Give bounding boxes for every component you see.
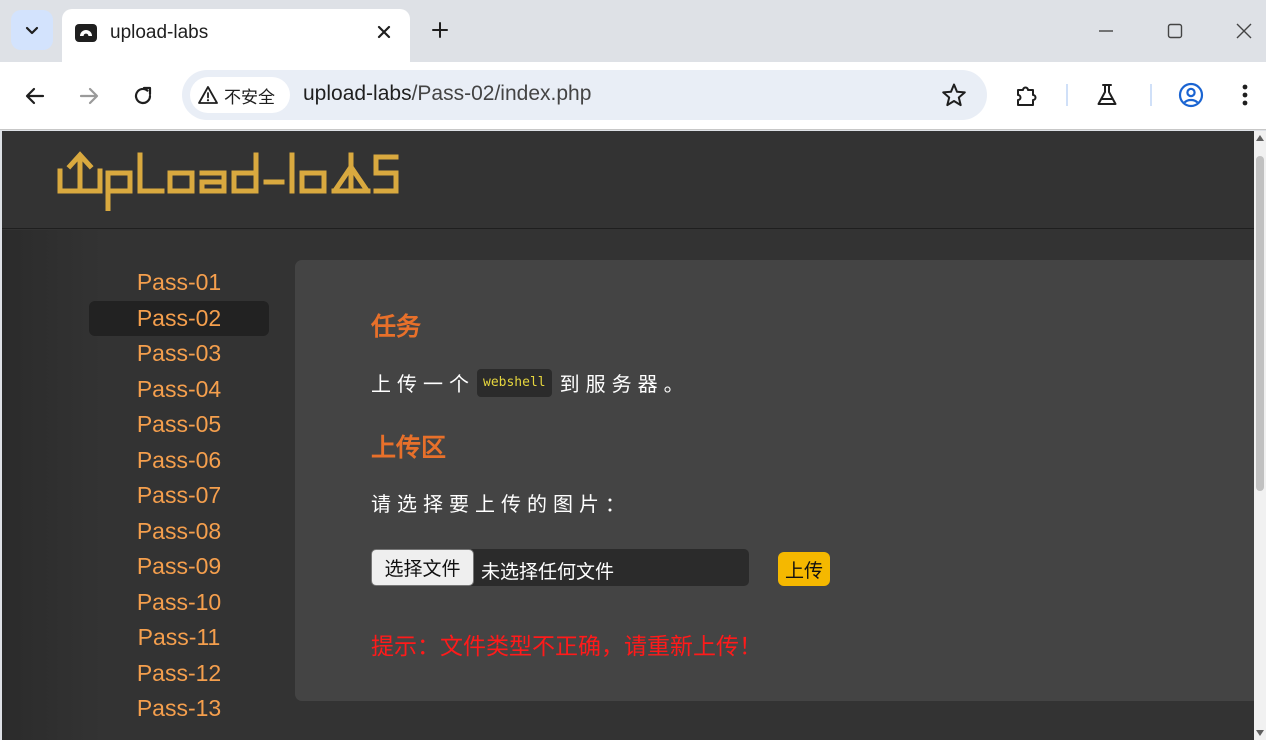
sidebar-item-pass-02[interactable]: Pass-02 (89, 300, 269, 336)
task-code: webshell (477, 368, 552, 397)
url-host: upload-labs (303, 82, 412, 105)
site-favicon-icon (75, 24, 97, 42)
upload-labs-logo[interactable] (56, 149, 401, 211)
choose-file-button[interactable]: 选择文件 (371, 549, 474, 586)
url-path: /Pass-02/index.php (411, 82, 592, 105)
sidebar-item-pass-10[interactable]: Pass-10 (89, 585, 269, 621)
toolbar-divider (1066, 84, 1068, 106)
upload-heading: 上传区 (371, 434, 447, 462)
sidebar-item-pass-07[interactable]: Pass-07 (89, 478, 269, 514)
sidebar-item-pass-03[interactable]: Pass-03 (89, 336, 269, 372)
sidebar-item-pass-11[interactable]: Pass-11 (89, 620, 269, 656)
maximize-icon (1167, 23, 1183, 39)
address-bar[interactable]: 不安全 upload-labs/Pass-02/index.php (182, 70, 987, 120)
task-heading: 任务 (371, 313, 422, 341)
active-tab[interactable]: upload-labs (62, 9, 410, 62)
close-window-button[interactable] (1226, 14, 1262, 48)
sidebar-item-pass-05[interactable]: Pass-05 (89, 407, 269, 443)
more-vertical-icon (1242, 84, 1248, 106)
content-panel: 任务 上传一个 webshell 到服务器。 上传区 请选择要上传的图片： 选择… (295, 260, 1254, 701)
pass-sidebar: Pass-01 Pass-02 Pass-03 Pass-04 Pass-05 … (89, 265, 269, 727)
sidebar-item-pass-08[interactable]: Pass-08 (89, 514, 269, 550)
tab-close-button[interactable] (370, 18, 398, 46)
profile-button[interactable] (1176, 80, 1206, 110)
sidebar-item-pass-01[interactable]: Pass-01 (89, 265, 269, 301)
browser-toolbar: 不安全 upload-labs/Pass-02/index.php (0, 62, 1266, 130)
chevron-down-icon (25, 26, 39, 35)
sidebar-item-pass-09[interactable]: Pass-09 (89, 549, 269, 585)
tab-strip: upload-labs (0, 0, 1266, 62)
scroll-up-arrow[interactable] (1256, 135, 1264, 141)
labs-button[interactable] (1092, 80, 1122, 110)
site-header (2, 131, 1254, 229)
scroll-down-arrow[interactable] (1256, 730, 1264, 736)
page-viewport: Pass-01 Pass-02 Pass-03 Pass-04 Pass-05 … (2, 131, 1254, 740)
reload-button[interactable] (123, 76, 163, 116)
sidebar-item-pass-12[interactable]: Pass-12 (89, 656, 269, 692)
tab-title: upload-labs (110, 22, 209, 43)
scroll-thumb[interactable] (1256, 156, 1264, 491)
task-description: 上传一个 webshell 到服务器。 (371, 368, 690, 397)
site-body: Pass-01 Pass-02 Pass-03 Pass-04 Pass-05 … (2, 230, 1254, 740)
close-window-icon (1236, 23, 1252, 39)
reload-icon (134, 86, 152, 105)
task-suffix: 到服务器。 (559, 374, 690, 396)
arrow-left-icon (25, 87, 45, 105)
bookmark-star-icon[interactable] (941, 82, 967, 108)
minimize-button[interactable] (1088, 14, 1124, 48)
flask-icon (1097, 84, 1117, 105)
toolbar-divider (1150, 84, 1152, 106)
maximize-button[interactable] (1157, 14, 1193, 48)
security-indicator[interactable]: 不安全 (190, 77, 290, 113)
page-scrollbar[interactable] (1254, 131, 1266, 740)
sidebar-item-pass-04[interactable]: Pass-04 (89, 372, 269, 408)
url-text[interactable]: upload-labs/Pass-02/index.php (303, 82, 591, 106)
task-prefix: 上传一个 (371, 374, 475, 396)
security-label: 不安全 (224, 87, 275, 107)
menu-button[interactable] (1230, 80, 1260, 110)
extensions-button[interactable] (1012, 80, 1042, 110)
minimize-icon (1099, 30, 1113, 32)
sidebar-item-pass-06[interactable]: Pass-06 (89, 443, 269, 479)
file-input[interactable]: 选择文件 未选择任何文件 (371, 549, 749, 586)
warning-icon (198, 86, 218, 104)
upload-button[interactable]: 上传 (778, 552, 830, 586)
new-tab-button[interactable] (424, 14, 456, 46)
tab-search-button[interactable] (11, 10, 53, 50)
close-icon (377, 25, 391, 39)
error-hint: 提示：文件类型不正确，请重新上传！ (371, 633, 762, 659)
sidebar-item-pass-13[interactable]: Pass-13 (89, 691, 269, 727)
choose-prompt: 请选择要上传的图片： (371, 494, 631, 516)
plus-icon (432, 22, 448, 38)
profile-icon (1178, 82, 1204, 108)
forward-button[interactable] (69, 76, 109, 116)
arrow-right-icon (79, 87, 99, 105)
file-status: 未选择任何文件 (481, 562, 615, 583)
back-button[interactable] (15, 76, 55, 116)
puzzle-icon (1017, 86, 1037, 106)
